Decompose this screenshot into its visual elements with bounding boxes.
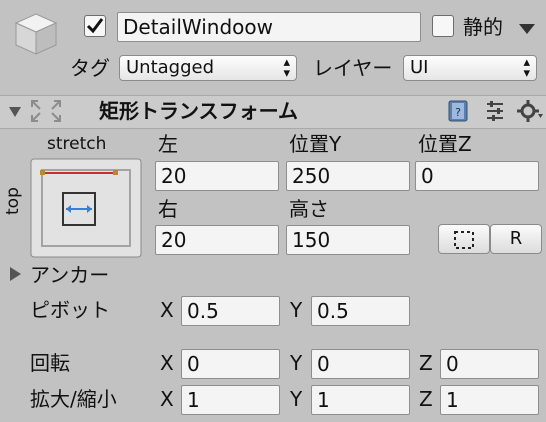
rotation-x-field[interactable]: 0 <box>181 349 280 379</box>
scale-z-label[interactable]: Z <box>419 385 433 413</box>
layer-dropdown[interactable]: UI ▴ ▾ <box>403 55 537 81</box>
posz-field[interactable]: 0 <box>415 161 539 191</box>
dropdown-arrows-icon: ▴ ▾ <box>523 55 530 81</box>
scale-y-label[interactable]: Y <box>290 385 302 413</box>
rotation-x-label[interactable]: X <box>160 349 174 377</box>
rect-transform-icon <box>28 97 64 125</box>
posy-field[interactable]: 250 <box>286 161 410 191</box>
height-header: 高さ <box>289 197 329 221</box>
scale-label: 拡大/縮小 <box>30 387 117 411</box>
anchors-foldout-arrow-icon[interactable] <box>8 266 22 282</box>
help-book-icon[interactable]: ? <box>447 100 469 122</box>
scale-x-field[interactable]: 1 <box>181 385 280 415</box>
layer-dropdown-value: UI <box>410 57 429 78</box>
rotation-label: 回転 <box>30 351 70 375</box>
pivot-label: ピボット <box>30 298 110 322</box>
dropdown-arrows-icon: ▴ ▾ <box>283 55 290 81</box>
static-checkbox[interactable] <box>432 15 454 37</box>
scale-z-field[interactable]: 1 <box>440 385 539 415</box>
right-header: 右 <box>158 197 178 221</box>
pivot-y-label[interactable]: Y <box>290 296 302 324</box>
blueprint-mode-button[interactable] <box>438 224 490 254</box>
active-checkbox[interactable] <box>84 15 106 37</box>
raw-edit-button[interactable]: R <box>490 224 542 254</box>
pivot-x-label[interactable]: X <box>160 296 174 324</box>
tag-dropdown-value: Untagged <box>126 57 215 78</box>
dotted-square-icon <box>454 231 474 249</box>
gameobject-cube-icon <box>10 8 62 60</box>
tag-label: タグ <box>70 56 110 80</box>
scale-y-field[interactable]: 1 <box>311 385 410 415</box>
posz-header: 位置Z <box>418 132 472 156</box>
right-field[interactable]: 20 <box>155 225 279 255</box>
rotation-z-field[interactable]: 0 <box>440 349 539 379</box>
anchor-preset-button[interactable] <box>30 158 142 258</box>
left-header: 左 <box>158 132 178 156</box>
posy-header: 位置Y <box>289 132 342 156</box>
pivot-y-field[interactable]: 0.5 <box>311 296 410 326</box>
pivot-x-field[interactable]: 0.5 <box>181 296 280 326</box>
rotation-z-label[interactable]: Z <box>419 349 433 377</box>
anchor-preset-horizontal-label: stretch <box>47 134 107 154</box>
height-field[interactable]: 150 <box>286 225 410 255</box>
component-title: 矩形トランスフォーム <box>99 99 298 123</box>
anchor-preset-vertical-label: top <box>3 187 23 215</box>
scale-x-label[interactable]: X <box>160 385 174 413</box>
object-name-field[interactable]: DetailWindoow <box>117 12 421 42</box>
left-field[interactable]: 20 <box>155 161 279 191</box>
foldout-arrow-icon[interactable] <box>8 104 22 118</box>
tag-dropdown[interactable]: Untagged ▴ ▾ <box>119 55 297 81</box>
static-label: 静的 <box>463 15 503 39</box>
checkmark-icon <box>86 18 104 34</box>
rotation-y-field[interactable]: 0 <box>311 349 410 379</box>
preset-sliders-icon[interactable] <box>484 100 506 122</box>
settings-gear-icon[interactable] <box>517 99 543 123</box>
layer-label: レイヤー <box>313 56 393 80</box>
static-dropdown-arrow-icon[interactable] <box>518 20 536 34</box>
anchors-label[interactable]: アンカー <box>30 261 109 289</box>
svg-text:?: ? <box>455 106 461 119</box>
rotation-y-label[interactable]: Y <box>290 349 302 377</box>
